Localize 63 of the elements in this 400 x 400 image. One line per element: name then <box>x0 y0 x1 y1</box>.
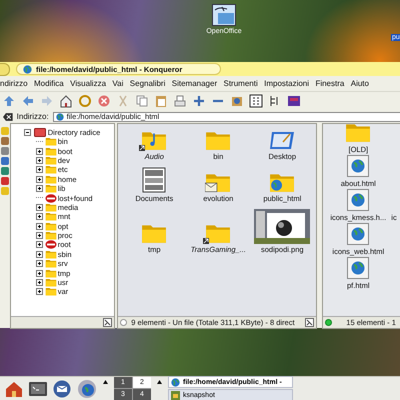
restricted-folder-icon[interactable] <box>44 194 57 203</box>
menu-item[interactable]: Finestra <box>315 79 344 88</box>
web-folder-icon[interactable] <box>269 172 296 193</box>
lock-view-icon[interactable] <box>103 318 112 327</box>
music-folder-icon[interactable] <box>141 130 168 151</box>
menu-item[interactable]: Strumenti <box>224 79 258 88</box>
expand-toggle[interactable] <box>36 288 43 296</box>
link-arrow-icon <box>139 145 146 151</box>
globe-gear-icon[interactable] <box>77 378 97 398</box>
back-arrow-icon[interactable] <box>21 94 35 108</box>
reload-icon[interactable] <box>78 94 92 108</box>
up-arrow-icon[interactable] <box>2 94 16 108</box>
expand-toggle[interactable] <box>36 166 43 174</box>
camera-icon <box>171 390 180 400</box>
expand-toggle[interactable] <box>36 279 43 286</box>
expand-toggle[interactable] <box>36 204 43 211</box>
terminal-icon[interactable] <box>29 382 47 396</box>
paste-icon[interactable] <box>154 94 168 108</box>
menu-item[interactable]: Aiuto <box>350 79 369 88</box>
menu-item[interactable]: Segnalibri <box>130 79 166 88</box>
expand-toggle[interactable] <box>36 213 43 220</box>
copy-icon[interactable] <box>135 94 149 108</box>
icon-view-icon[interactable] <box>249 94 263 108</box>
expand-toggle[interactable] <box>36 250 43 258</box>
menu-item[interactable]: Impostazioni <box>264 79 310 88</box>
link-arrow-icon <box>203 238 210 244</box>
expand-toggle[interactable] <box>36 270 43 277</box>
restricted-folder-icon[interactable] <box>44 240 57 250</box>
color-icon[interactable] <box>287 94 301 108</box>
collapse-toggle[interactable] <box>24 128 31 136</box>
document-icon[interactable] <box>142 167 166 193</box>
expand-toggle[interactable] <box>36 232 43 240</box>
view-icon[interactable] <box>230 94 244 108</box>
image-thumbnail[interactable] <box>254 209 310 244</box>
menu-item[interactable]: Modifica <box>34 79 64 88</box>
expand-toggle[interactable] <box>36 148 43 155</box>
scroll-up-icon[interactable] <box>103 380 108 384</box>
office-app-icon[interactable] <box>212 4 236 26</box>
web-page-icon[interactable] <box>347 257 370 279</box>
stop-icon[interactable] <box>97 94 111 108</box>
desktop-icon[interactable] <box>269 130 296 151</box>
web-page-icon[interactable] <box>347 155 370 177</box>
clear-address-icon[interactable] <box>3 112 13 120</box>
menu-item[interactable]: Visualizza <box>70 79 106 88</box>
menu-item[interactable]: Sitemanager <box>172 79 218 88</box>
expand-toggle[interactable] <box>36 156 43 164</box>
expand-toggle[interactable] <box>36 260 43 268</box>
zoom-in-icon[interactable] <box>192 94 206 108</box>
print-icon[interactable] <box>173 94 187 108</box>
web-page-icon[interactable] <box>347 189 370 211</box>
expand-toggle[interactable] <box>36 241 43 248</box>
lock-view-icon[interactable] <box>305 318 314 327</box>
menu-item[interactable]: Vai <box>112 79 124 88</box>
mail-icon[interactable] <box>53 380 71 398</box>
expand-toggle[interactable] <box>36 176 43 183</box>
address-label: Indirizzo: <box>16 112 49 121</box>
expand-toggle[interactable] <box>36 185 43 192</box>
web-page-icon[interactable] <box>347 223 370 245</box>
menu-item[interactable]: ndirizzo <box>0 79 28 88</box>
expand-toggle[interactable] <box>36 222 43 230</box>
scroll-up-icon[interactable] <box>157 380 162 384</box>
mail-folder-icon[interactable] <box>205 172 232 193</box>
root-folder-icon[interactable] <box>34 128 46 136</box>
